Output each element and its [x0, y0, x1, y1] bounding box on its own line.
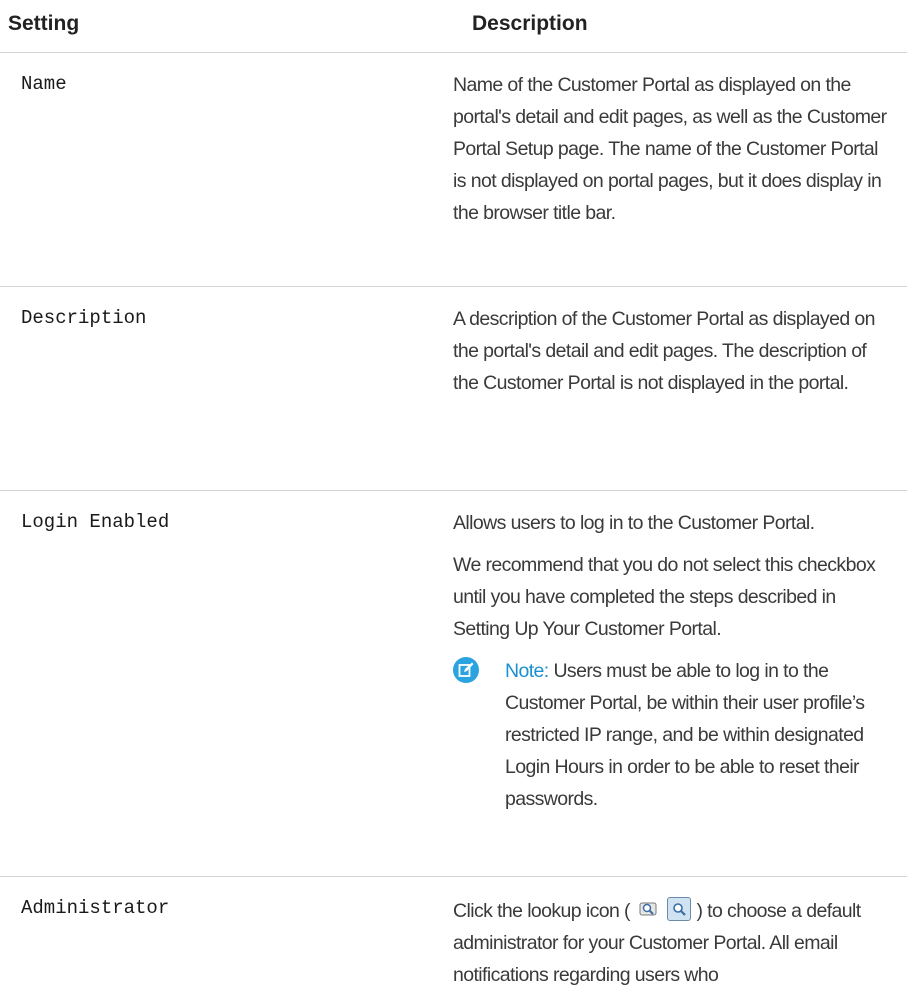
lookup-icon [636, 897, 660, 921]
table-row: Login Enabled Allows users to log in to … [0, 491, 907, 877]
description-text: We recommend that you do not select this… [453, 554, 876, 640]
table-row: Administrator Click the lookup icon () … [0, 877, 907, 986]
header-description: Description [472, 12, 588, 35]
description-text: Click the lookup icon ( ) to choose a de… [453, 895, 893, 991]
note-edit-icon [453, 657, 479, 683]
note-label: Note: [505, 660, 549, 682]
note-callout: Note: Users must be able to log in to th… [453, 655, 893, 815]
description-cell: A description of the Customer Portal as … [453, 303, 893, 409]
description-cell: Allows users to log in to the Customer P… [453, 507, 893, 815]
description-text: Allows users to log in to the Customer P… [453, 512, 815, 534]
note-text: Users must be able to log in to the Cust… [505, 660, 865, 810]
setting-name: Description [21, 307, 147, 329]
setting-name: Name [21, 73, 67, 95]
table-row: Name Name of the Customer Portal as disp… [0, 53, 907, 287]
setting-name: Login Enabled [21, 511, 170, 533]
description-text: A description of the Customer Portal as … [453, 308, 875, 394]
table-header: Setting Description [0, 0, 907, 53]
setting-name: Administrator [21, 897, 170, 919]
lookup-icon [666, 897, 691, 921]
description-cell: Name of the Customer Portal as displayed… [453, 69, 893, 239]
table-row: Description A description of the Custome… [0, 287, 907, 491]
settings-table: Setting Description Name Name of the Cus… [0, 0, 907, 986]
description-text-before: Click the lookup icon ( [453, 900, 631, 922]
description-text: Name of the Customer Portal as displayed… [453, 74, 887, 224]
header-setting: Setting [8, 12, 80, 35]
description-cell: Click the lookup icon ( ) to choose a de… [453, 895, 893, 1001]
